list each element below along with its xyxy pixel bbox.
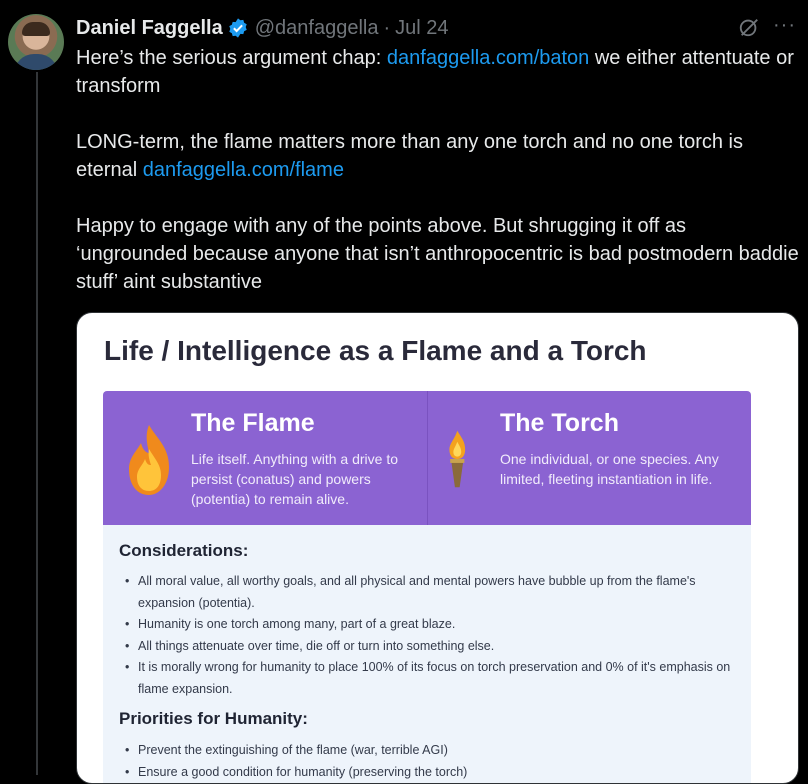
card-body: Considerations: All moral value, all wor… — [103, 525, 751, 783]
flame-column: The Flame Life itself. Anything with a d… — [103, 391, 426, 525]
priorities-list: Prevent the extinguishing of the flame (… — [123, 740, 733, 783]
list-item: Prevent the extinguishing of the flame (… — [123, 740, 733, 762]
flame-torch-panel: The Flame Life itself. Anything with a d… — [103, 391, 751, 525]
thread-line — [36, 72, 38, 775]
avatar[interactable] — [8, 14, 64, 70]
list-item: Humanity is one torch among many, part o… — [123, 614, 733, 636]
grok-icon[interactable] — [738, 16, 760, 38]
attached-image[interactable]: Life / Intelligence as a Flame and a Tor… — [76, 312, 799, 784]
flame-description: Life itself. Anything with a drive to pe… — [191, 451, 398, 507]
tweet-text: Here’s the serious argument chap: danfag… — [76, 44, 801, 324]
considerations-heading: Considerations: — [119, 541, 249, 560]
torch-description: One individual, or one species. Any limi… — [500, 451, 719, 487]
author-name[interactable]: Daniel Faggella — [76, 17, 223, 40]
link-baton[interactable]: danfaggella.com/baton — [387, 47, 589, 69]
tweet-header: Daniel Faggella @danfaggella · Jul 24 — [76, 14, 808, 42]
list-item: Ensure a good condition for humanity (pr… — [123, 762, 733, 784]
tweet-paragraph-1: Here’s the serious argument chap: danfag… — [76, 47, 794, 97]
tweet-paragraph-3: Happy to engage with any of the points a… — [76, 215, 799, 293]
torch-column: The Torch One individual, or one species… — [427, 391, 752, 525]
list-item: All things attenuate over time, die off … — [123, 636, 733, 658]
list-item: All moral value, all worthy goals, and a… — [123, 571, 733, 614]
flame-title: The Flame — [191, 409, 315, 437]
priorities-heading: Priorities for Humanity: — [119, 709, 308, 728]
author-handle[interactable]: @danfaggella — [255, 17, 379, 40]
verified-badge-icon — [229, 18, 247, 38]
torch-title: The Torch — [500, 409, 619, 437]
list-item: It is morally wrong for humanity to plac… — [123, 657, 733, 700]
separator-dot: · — [383, 16, 391, 39]
tweet-date[interactable]: Jul 24 — [395, 17, 448, 40]
card-title: Life / Intelligence as a Flame and a Tor… — [104, 335, 647, 366]
flame-icon — [129, 425, 169, 495]
link-flame[interactable]: danfaggella.com/flame — [143, 159, 344, 181]
torch-icon — [449, 430, 466, 488]
more-options-icon[interactable]: ··· — [773, 14, 796, 37]
tweet-paragraph-2: LONG-term, the flame matters more than a… — [76, 131, 743, 181]
considerations-list: All moral value, all worthy goals, and a… — [123, 571, 733, 700]
